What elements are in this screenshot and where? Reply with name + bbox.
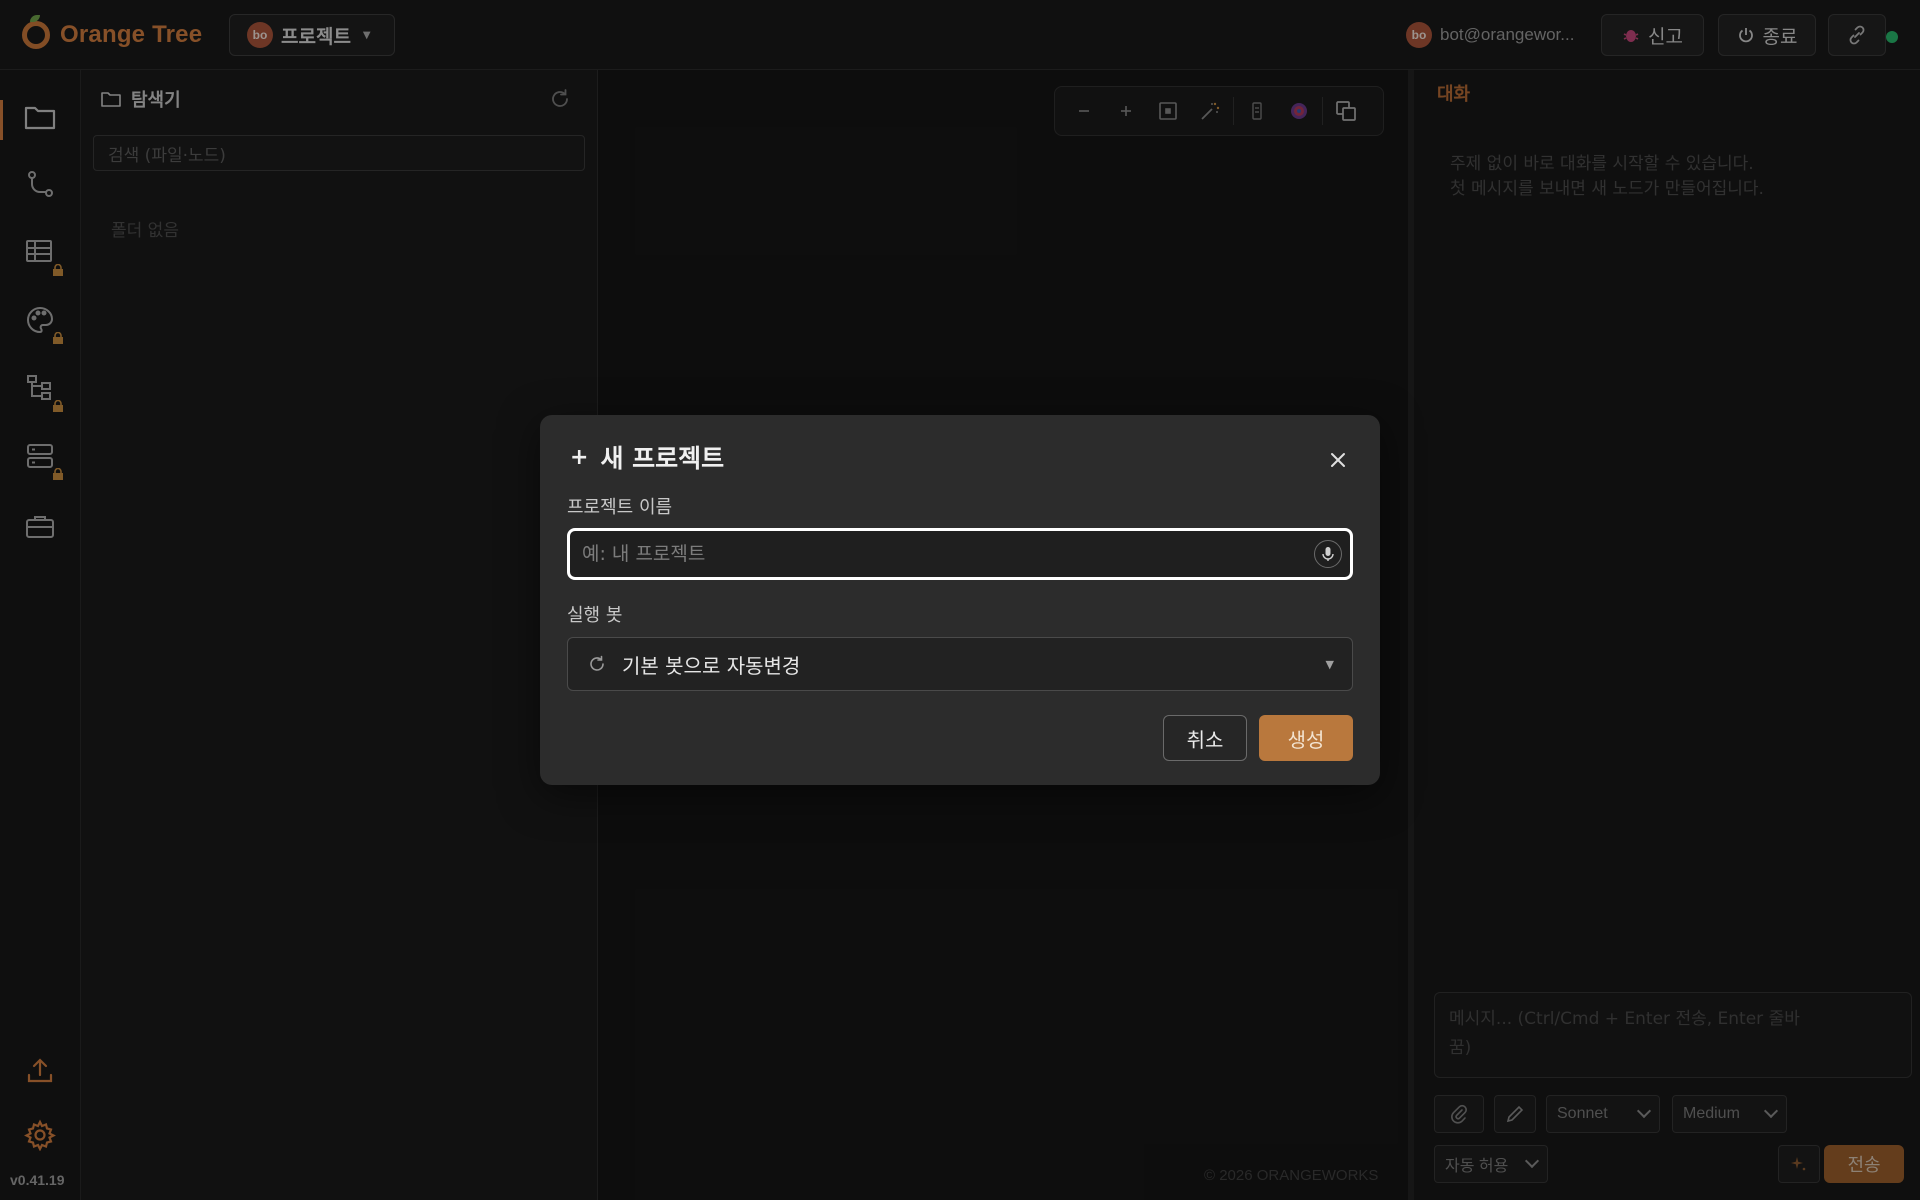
run-bot-select[interactable]: 기본 봇으로 자동변경 ▼: [567, 637, 1353, 691]
run-bot-value: 기본 봇으로 자동변경: [622, 653, 801, 678]
caret-down-icon: ▼: [1325, 657, 1334, 671]
dialog-title: 새 프로젝트: [600, 444, 725, 473]
cancel-button[interactable]: 취소: [1163, 715, 1247, 761]
dialog-header: + 새 프로젝트: [570, 439, 724, 475]
create-button[interactable]: 생성: [1259, 715, 1353, 761]
refresh-icon: [590, 655, 604, 671]
project-name-input[interactable]: [582, 543, 1314, 565]
microphone-icon: [1322, 547, 1334, 561]
new-project-dialog: + 새 프로젝트 프로젝트 이름 실행 봇 기본 봇으로 자동변경 ▼ 취소 생…: [540, 415, 1380, 785]
run-bot-label: 실행 봇: [567, 605, 623, 626]
plus-icon: +: [570, 444, 589, 470]
project-name-field: [567, 528, 1353, 580]
project-name-label: 프로젝트 이름: [567, 497, 673, 518]
voice-input-button[interactable]: [1314, 540, 1342, 568]
close-button[interactable]: [1323, 445, 1353, 475]
close-icon: [1331, 453, 1345, 467]
